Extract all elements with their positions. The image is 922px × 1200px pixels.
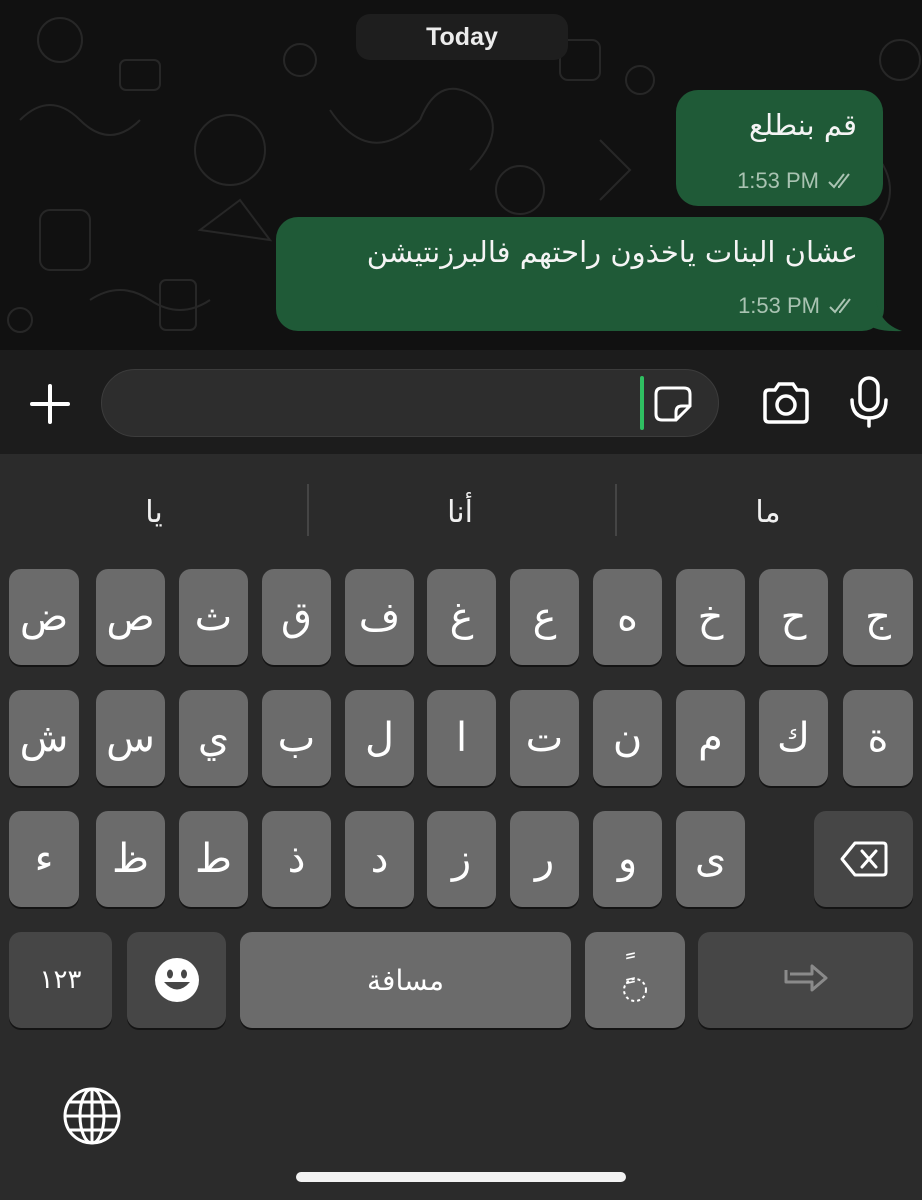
message-text: قم بنطلع [748, 108, 857, 142]
backspace-key[interactable] [814, 811, 913, 907]
camera-icon[interactable] [759, 380, 813, 426]
key[interactable]: ص [96, 569, 165, 665]
key[interactable]: ف [345, 569, 414, 665]
date-separator: Today [356, 14, 568, 60]
key[interactable]: م [676, 690, 745, 786]
sticker-icon[interactable] [652, 384, 694, 424]
plus-icon[interactable] [26, 380, 74, 428]
microphone-icon[interactable] [848, 376, 890, 428]
message-input[interactable] [101, 369, 719, 437]
key[interactable]: ى [676, 811, 745, 907]
key[interactable]: ظ [96, 811, 165, 907]
text-caret [640, 376, 644, 430]
key[interactable]: ح [759, 569, 828, 665]
message-time: 1:53 PM [737, 168, 819, 193]
key[interactable]: ث [179, 569, 248, 665]
chat-area: Today قم بنطلع 1:53 PM عشان البنات ياخذو… [0, 0, 922, 350]
message-meta: 1:53 PM [738, 293, 858, 319]
key[interactable]: ت [510, 690, 579, 786]
key[interactable]: ق [262, 569, 331, 665]
numbers-key[interactable]: ١٢٣ [9, 932, 112, 1028]
suggestion-item[interactable]: يا [4, 484, 304, 540]
message-text: عشان البنات ياخذون راحتهم فالبرزنتيشن [366, 235, 858, 269]
key[interactable]: و [593, 811, 662, 907]
message-time: 1:53 PM [738, 293, 820, 318]
key[interactable]: ع [510, 569, 579, 665]
suggestion-item[interactable]: أنا [310, 484, 610, 540]
key[interactable]: ي [179, 690, 248, 786]
key[interactable]: ر [510, 811, 579, 907]
key[interactable]: ء [9, 811, 79, 907]
globe-icon[interactable] [62, 1086, 122, 1146]
message-bubble[interactable]: قم بنطلع 1:53 PM [676, 90, 883, 206]
key[interactable]: ل [345, 690, 414, 786]
diacritic-key[interactable]: ًٍ [585, 932, 685, 1028]
key[interactable]: ز [427, 811, 496, 907]
emoji-icon [154, 958, 199, 1002]
key[interactable]: ه [593, 569, 662, 665]
dotted-circle-icon [623, 978, 647, 1002]
return-key[interactable] [698, 932, 913, 1028]
key[interactable]: ب [262, 690, 331, 786]
key[interactable]: ن [593, 690, 662, 786]
emoji-key[interactable] [127, 932, 226, 1028]
suggestion-divider [615, 484, 617, 536]
backspace-icon [840, 841, 887, 877]
key[interactable]: ط [179, 811, 248, 907]
suggestion-divider [307, 484, 309, 536]
key[interactable]: ا [427, 690, 496, 786]
key[interactable]: غ [427, 569, 496, 665]
key[interactable]: ج [843, 569, 913, 665]
key[interactable]: ك [759, 690, 828, 786]
key[interactable]: ض [9, 569, 79, 665]
key[interactable]: س [96, 690, 165, 786]
key[interactable]: ة [843, 690, 913, 786]
key[interactable]: خ [676, 569, 745, 665]
bubble-tail [870, 300, 902, 332]
read-ticks-icon [829, 298, 851, 314]
key[interactable]: ش [9, 690, 79, 786]
read-ticks-icon [828, 173, 850, 189]
key[interactable]: ذ [262, 811, 331, 907]
suggestion-item[interactable]: ما [618, 484, 918, 540]
return-icon [784, 964, 827, 992]
home-indicator[interactable] [296, 1172, 626, 1182]
space-key[interactable]: مسافة [240, 932, 571, 1028]
key[interactable]: د [345, 811, 414, 907]
message-bubble[interactable]: عشان البنات ياخذون راحتهم فالبرزنتيشن 1:… [276, 217, 884, 331]
message-meta: 1:53 PM [737, 168, 857, 194]
